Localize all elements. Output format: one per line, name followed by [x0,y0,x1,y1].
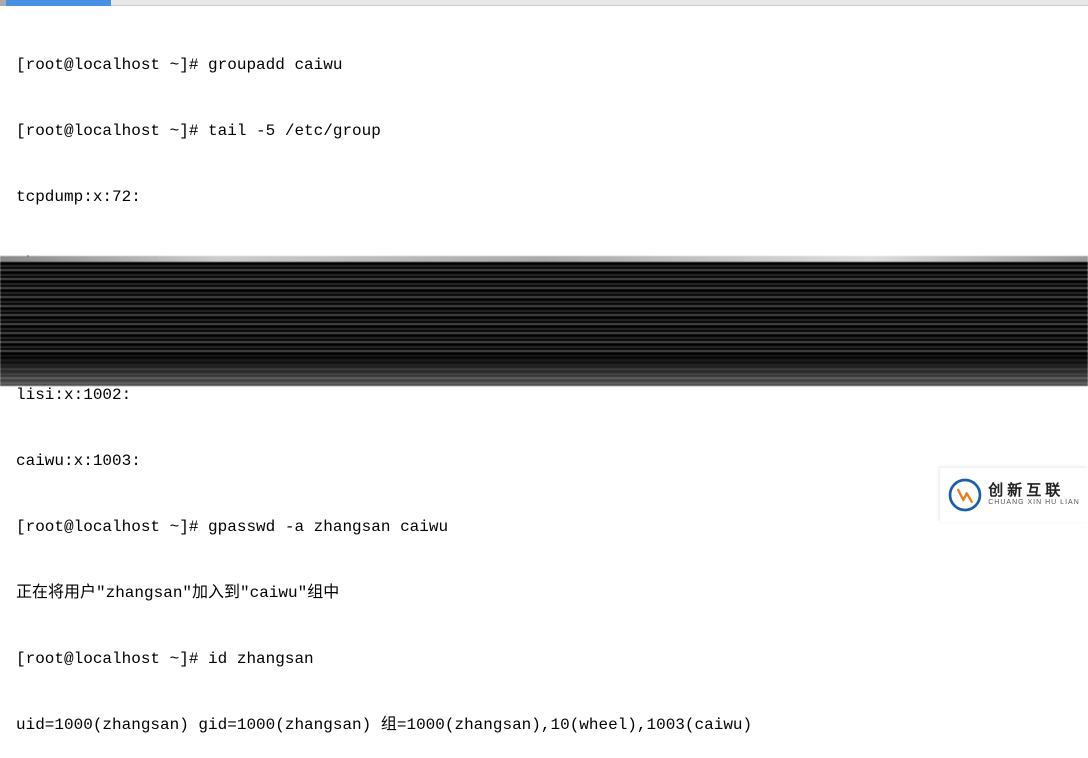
terminal-line: [root@localhost ~]# gpasswd -a zhangsan … [16,516,1080,538]
tab-bar-background [111,0,1088,6]
terminal-line: [root@localhost ~]# tail -5 /etc/group [16,120,1080,142]
terminal-line: uid=1000(zhangsan) gid=1000(zhangsan) 组=… [16,714,1080,736]
terminal-line: 正在将用户"zhangsan"加入到"caiwu"组中 [16,582,1080,604]
logo-text-english: CHUANG XIN HU LIAN [988,499,1080,507]
terminal-line: [root@localhost ~]# groupadd caiwu [16,54,1080,76]
window-tab-bar [0,0,1088,6]
terminal-line: tcpdump:x:72: [16,186,1080,208]
active-tab-indicator[interactable] [6,0,111,6]
logo-text: 创新互联 CHUANG XIN HU LIAN [988,483,1080,507]
terminal-line: [root@localhost ~]# id zhangsan [16,648,1080,670]
terminal-line: lisi:x:1002: [16,384,1080,406]
logo-icon [948,478,982,512]
image-distortion-artifact [0,256,1088,386]
watermark-logo: 创新互联 CHUANG XIN HU LIAN [940,468,1088,522]
logo-text-chinese: 创新互联 [988,483,1080,500]
terminal-line: caiwu:x:1003: [16,450,1080,472]
